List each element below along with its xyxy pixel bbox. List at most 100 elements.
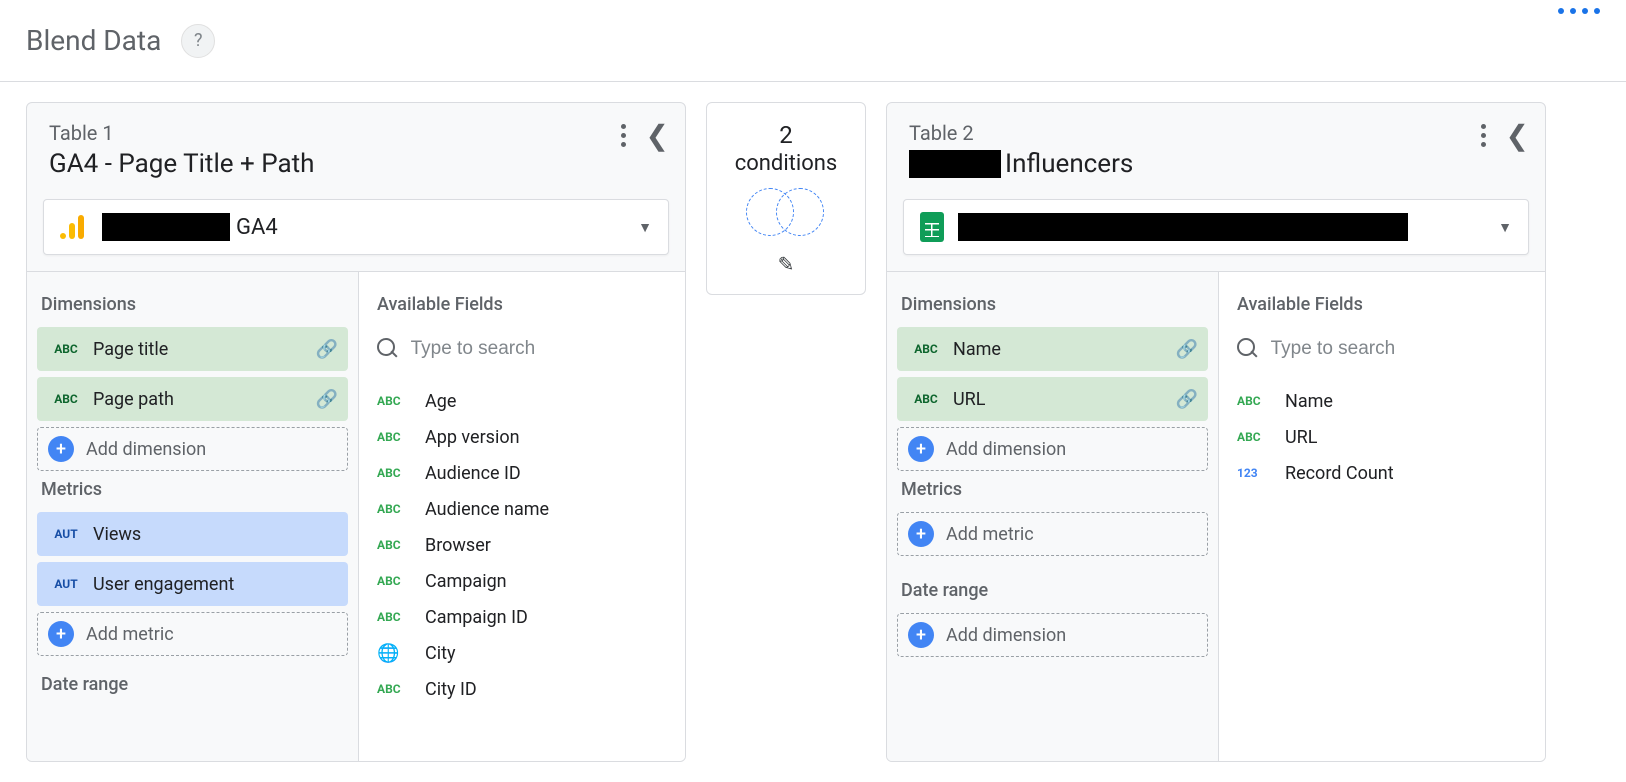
dimension-chip[interactable]: ABC URL 🔗 (897, 377, 1208, 421)
table-2-name: Influencers (909, 149, 1523, 179)
join-configure-button[interactable]: 2 conditions ✎ (706, 102, 866, 295)
dimension-chip[interactable]: ABC Name 🔗 (897, 327, 1208, 371)
type-abc-icon: ABC (377, 502, 409, 516)
table-2-source-label (958, 213, 1484, 241)
venn-diagram-icon (742, 190, 830, 234)
page-title: Blend Data (26, 24, 161, 57)
caret-down-icon: ▼ (638, 219, 652, 236)
add-dimension-label: Add dimension (86, 439, 206, 460)
add-dimension-button[interactable]: + Add dimension (897, 427, 1208, 471)
type-abc-icon: ABC (47, 392, 85, 406)
add-dimension-button[interactable]: + Add dimension (37, 427, 348, 471)
type-abc-icon: ABC (907, 342, 945, 356)
collapse-left-icon[interactable]: ❮ (1506, 119, 1529, 152)
field-row[interactable]: ABC Campaign ID (377, 599, 667, 635)
redacted-text (102, 213, 230, 241)
field-label: City (425, 643, 456, 664)
caret-down-icon: ▼ (1498, 219, 1512, 236)
daterange-heading: Date range (41, 674, 344, 695)
field-row[interactable]: 123Record Count (1237, 455, 1527, 491)
field-label: Name (1285, 391, 1333, 412)
overflow-dots-icon[interactable] (1558, 8, 1600, 14)
table-1-source-suffix: GA4 (236, 215, 278, 240)
add-daterange-button[interactable]: + Add dimension (897, 613, 1208, 657)
help-icon[interactable]: ? (181, 24, 215, 58)
type-abc-icon: ABC (377, 394, 409, 408)
type-abc-icon: ABC (1237, 430, 1269, 444)
field-row[interactable]: ABCCampaign (377, 563, 667, 599)
field-row[interactable]: ABC URL (1237, 419, 1527, 455)
redacted-text (958, 213, 1408, 241)
field-row[interactable]: ABC Age (377, 383, 667, 419)
field-row[interactable]: ABCBrowser (377, 527, 667, 563)
join-label: conditions (735, 151, 838, 176)
plus-icon: + (48, 621, 74, 647)
table-2-fields-column: Available Fields ABCName ABC URL 123Recor… (1219, 272, 1545, 761)
table-2-source-select[interactable]: ▼ (903, 199, 1529, 255)
link-icon: 🔗 (1176, 389, 1198, 410)
field-search-input[interactable] (1269, 337, 1527, 361)
table-1-config-column: Dimensions ABC Page title 🔗 ABC Page pat… (27, 272, 359, 761)
globe-icon: 🌐 (377, 643, 409, 664)
add-daterange-label: Add dimension (946, 625, 1066, 646)
join-count: 2 (779, 121, 793, 149)
search-icon (1237, 338, 1257, 360)
collapse-left-icon[interactable]: ❮ (646, 119, 669, 152)
dimensions-heading: Dimensions (901, 294, 1204, 315)
link-icon: 🔗 (1176, 339, 1198, 360)
metric-chip[interactable]: AUT User engagement (37, 562, 348, 606)
field-row[interactable]: ABCAudience name (377, 491, 667, 527)
field-label: URL (1285, 427, 1317, 448)
field-label: Campaign ID (425, 607, 528, 628)
dimension-chip[interactable]: ABC Page path 🔗 (37, 377, 348, 421)
available-fields-heading: Available Fields (1237, 294, 1523, 315)
type-abc-icon: ABC (47, 342, 85, 356)
add-metric-button[interactable]: + Add metric (897, 512, 1208, 556)
field-row[interactable]: ABCApp version (377, 419, 667, 455)
field-row[interactable]: ABCCity ID (377, 671, 667, 707)
table-2-menu-icon[interactable] (1477, 120, 1490, 151)
chip-label: User engagement (85, 574, 338, 595)
table-1-name-text: GA4 - Page Title + Path (49, 149, 314, 179)
pencil-icon: ✎ (778, 252, 795, 276)
field-search-input[interactable] (409, 337, 667, 361)
link-icon: 🔗 (316, 389, 338, 410)
table-card-1: ❮ Table 1 GA4 - Page Title + Path GA4 ▼ … (26, 102, 686, 762)
field-row[interactable]: ABCName (1237, 383, 1527, 419)
field-label: City ID (425, 679, 477, 700)
type-abc-icon: ABC (377, 466, 409, 480)
add-metric-button[interactable]: + Add metric (37, 612, 348, 656)
type-abc-icon: ABC (377, 430, 409, 444)
table-2-config-column: Dimensions ABC Name 🔗 ABC URL 🔗 + Add di… (887, 272, 1219, 761)
type-abc-icon: ABC (377, 610, 409, 624)
daterange-heading: Date range (901, 580, 1204, 601)
field-label: Audience ID (425, 463, 521, 484)
table-1-fields-column: Available Fields ABCAge ABCApp version A… (359, 272, 685, 761)
table-2-label: Table 2 (909, 121, 1523, 145)
metrics-heading: Metrics (901, 479, 1204, 500)
field-label: Browser (425, 535, 491, 556)
table-1-header: ❮ Table 1 GA4 - Page Title + Path (27, 103, 685, 195)
chip-label: Page title (85, 339, 316, 360)
dimension-chip[interactable]: ABC Page title 🔗 (37, 327, 348, 371)
field-label: Age (425, 391, 456, 412)
field-row[interactable]: 🌐 City (377, 635, 667, 671)
add-dimension-label: Add dimension (946, 439, 1066, 460)
workspace: ❮ Table 1 GA4 - Page Title + Path GA4 ▼ … (0, 82, 1626, 782)
chip-label: Name (945, 339, 1176, 360)
field-label: Campaign (425, 571, 507, 592)
field-row[interactable]: ABC Audience ID (377, 455, 667, 491)
metric-chip[interactable]: AUT Views (37, 512, 348, 556)
add-metric-label: Add metric (946, 524, 1034, 545)
top-bar: Blend Data ? (0, 0, 1626, 82)
add-metric-label: Add metric (86, 624, 174, 645)
table-1-menu-icon[interactable] (617, 120, 630, 151)
type-abc-icon: ABC (907, 392, 945, 406)
plus-icon: + (908, 436, 934, 462)
sheets-icon (920, 212, 944, 242)
chip-label: URL (945, 389, 1176, 410)
plus-icon: + (908, 521, 934, 547)
table-card-2: ❮ Table 2 Influencers ▼ Dimensions ABC N… (886, 102, 1546, 762)
type-aut-icon: AUT (47, 527, 85, 541)
table-1-source-select[interactable]: GA4 ▼ (43, 199, 669, 255)
